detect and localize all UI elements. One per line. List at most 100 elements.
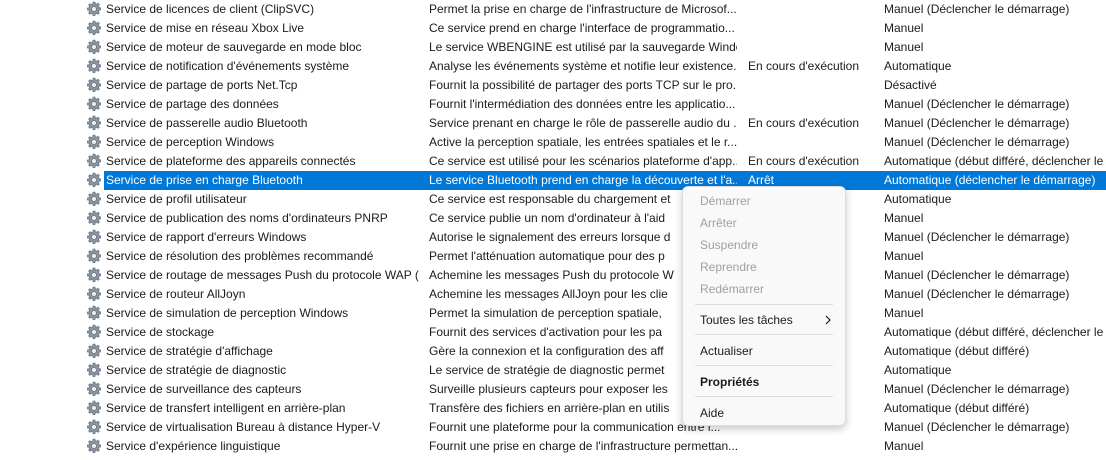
service-startup-type: Automatique (début différé, déclencher l… — [884, 154, 1104, 168]
service-startup-type: Manuel — [884, 40, 924, 54]
service-row[interactable]: Service de licences de client (ClipSVC) P… — [0, 0, 1106, 19]
gear-icon — [86, 304, 104, 323]
service-startup-type: Manuel — [884, 306, 924, 320]
service-description: Analyse les événements système et notifi… — [429, 59, 737, 73]
service-row[interactable]: Service de plateforme des appareils conn… — [0, 152, 1106, 171]
service-row[interactable]: Service de publication des noms d'ordina… — [0, 209, 1106, 228]
service-row[interactable]: Service de passerelle audio Bluetooth Ser… — [0, 114, 1106, 133]
service-name: Service de passerelle audio Bluetooth — [106, 116, 308, 130]
service-startup-type: Manuel (Déclencher le démarrage) — [884, 2, 1070, 16]
gear-icon — [86, 114, 104, 133]
service-row[interactable]: Service de stratégie d'affichage Gère la … — [0, 342, 1106, 361]
service-startup-type: Manuel (Déclencher le démarrage) — [884, 287, 1070, 301]
service-row[interactable]: Service de routeur AllJoyn Achemine les m… — [0, 285, 1106, 304]
gear-icon — [86, 190, 104, 209]
menu-item-start: Démarrer — [700, 194, 751, 208]
service-startup-type: Automatique (début différé) — [884, 344, 1030, 358]
service-description: Fournit la possibilité de partager des p… — [429, 78, 737, 92]
service-state — [748, 95, 876, 114]
service-name: Service de stockage — [106, 325, 215, 339]
gear-icon — [86, 228, 104, 247]
gear-icon — [86, 342, 104, 361]
menu-item-stop: Arrêter — [700, 216, 737, 230]
service-startup-type: Automatique (début différé) — [884, 401, 1030, 415]
service-name: Service de routage de messages Push du p… — [106, 268, 420, 282]
menu-item-restart: Redémarrer — [700, 282, 765, 296]
service-startup-type: Automatique — [884, 363, 952, 377]
menu-item-help[interactable]: Aide — [683, 403, 845, 423]
service-state: En cours d'exécution — [748, 154, 860, 168]
menu-separator — [695, 396, 833, 397]
service-row[interactable]: Service de notification d'événements sys… — [0, 57, 1106, 76]
service-startup-type: Automatique (début différé, déclencher l… — [884, 325, 1104, 339]
service-startup-type: Manuel — [884, 21, 924, 35]
service-name: Service de perception Windows — [106, 135, 275, 149]
service-row[interactable]: Service de profil utilisateur Ce service … — [0, 190, 1106, 209]
service-startup-type: Désactivé — [884, 78, 937, 92]
service-row[interactable]: Service d'expérience linguistique Fournit… — [0, 437, 1106, 456]
service-state — [748, 38, 876, 57]
menu-separator — [695, 334, 833, 335]
gear-icon — [86, 209, 104, 228]
gear-icon — [86, 76, 104, 95]
service-row[interactable]: Service de partage des données Fournit l'… — [0, 95, 1106, 114]
service-name: Service de moteur de sauvegarde en mode … — [106, 40, 362, 54]
service-startup-type: Manuel (Déclencher le démarrage) — [884, 116, 1070, 130]
service-startup-type: Manuel (Déclencher le démarrage) — [884, 420, 1070, 434]
service-row[interactable]: Service de mise en réseau Xbox Live Ce se… — [0, 19, 1106, 38]
menu-item-refresh[interactable]: Actualiser — [683, 341, 845, 361]
gear-icon — [86, 323, 104, 342]
services-list: Service de licences de client (ClipSVC) P… — [0, 0, 1106, 460]
service-startup-type: Manuel (Déclencher le démarrage) — [884, 97, 1070, 111]
service-name: Service de publication des noms d'ordina… — [106, 211, 388, 225]
service-row[interactable]: Service de résolution des problèmes reco… — [0, 247, 1106, 266]
service-startup-type: Manuel (Déclencher le démarrage) — [884, 268, 1070, 282]
service-state — [748, 133, 876, 152]
service-startup-type: Automatique (déclencher le démarrage) — [884, 173, 1096, 187]
service-description: Permet la prise en charge de l'infrastru… — [429, 2, 737, 16]
gear-icon — [86, 399, 104, 418]
service-row[interactable]: Service de prise en charge Bluetooth Le s… — [0, 171, 1106, 190]
service-description: Fournit l'intermédiation des données ent… — [429, 97, 736, 111]
service-row[interactable]: Service de simulation de perception Wind… — [0, 304, 1106, 323]
service-row[interactable]: Service de stratégie de diagnostic Le ser… — [0, 361, 1106, 380]
service-row[interactable]: Service de surveillance des capteurs Surv… — [0, 380, 1106, 399]
service-startup-type: Automatique — [884, 59, 952, 73]
gear-icon — [86, 171, 104, 190]
service-row[interactable]: Service de rapport d'erreurs Windows Auto… — [0, 228, 1106, 247]
service-row[interactable]: Service de transfert intelligent en arri… — [0, 399, 1106, 418]
gear-icon — [86, 285, 104, 304]
service-description: Active la perception spatiale, les entré… — [429, 135, 737, 149]
service-state: En cours d'exécution — [748, 59, 860, 73]
service-description: Service prenant en charge le rôle de pas… — [429, 116, 737, 130]
gear-icon — [86, 95, 104, 114]
service-row[interactable]: Service de perception Windows Active la p… — [0, 133, 1106, 152]
context-menu: Démarrer Arrêter Suspendre Reprendre Red… — [682, 186, 846, 426]
menu-separator — [695, 365, 833, 366]
menu-item-resume: Reprendre — [700, 260, 757, 274]
service-row[interactable]: Service de stockage Fournit des services … — [0, 323, 1106, 342]
service-description: Ce service est utilisé pour les scénario… — [429, 154, 737, 168]
service-row[interactable]: Service de virtualisation Bureau à dista… — [0, 418, 1106, 437]
menu-item-all-tasks[interactable]: Toutes les tâches — [683, 310, 845, 330]
service-name: Service de surveillance des capteurs — [106, 382, 302, 396]
gear-icon — [86, 437, 104, 456]
service-name: Service de simulation de perception Wind… — [106, 306, 349, 320]
service-row[interactable]: Service de moteur de sauvegarde en mode … — [0, 38, 1106, 57]
gear-icon — [86, 0, 104, 19]
service-name: Service de plateforme des appareils conn… — [106, 154, 356, 168]
service-description: Ce service prend en charge l'interface d… — [429, 21, 735, 35]
service-state — [748, 0, 876, 19]
service-state — [748, 76, 876, 95]
menu-item-properties[interactable]: Propriétés — [683, 372, 845, 392]
service-state — [748, 19, 876, 38]
service-startup-type: Manuel (Déclencher le démarrage) — [884, 135, 1070, 149]
service-startup-type: Manuel (Déclencher le démarrage) — [884, 382, 1070, 396]
gear-icon — [86, 266, 104, 285]
service-name: Service de licences de client (ClipSVC) — [106, 2, 315, 16]
service-row[interactable]: Service de partage de ports Net.Tcp Fourn… — [0, 76, 1106, 95]
service-row[interactable]: Service de routage de messages Push du p… — [0, 266, 1106, 285]
service-startup-type: Manuel — [884, 211, 924, 225]
menu-separator — [695, 304, 833, 305]
service-startup-type: Manuel — [884, 439, 924, 453]
